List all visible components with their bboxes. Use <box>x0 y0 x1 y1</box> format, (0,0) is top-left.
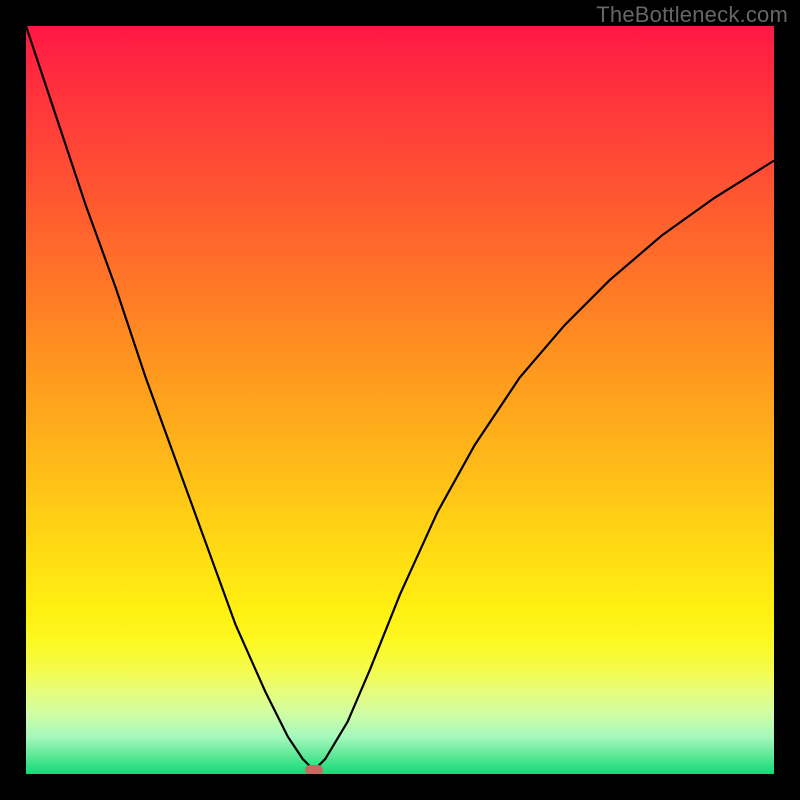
chart-frame: TheBottleneck.com <box>0 0 800 800</box>
watermark-text: TheBottleneck.com <box>596 2 788 28</box>
bottleneck-curve <box>26 26 774 774</box>
plot-area <box>26 26 774 774</box>
curve-path <box>26 26 774 770</box>
minimum-marker <box>305 765 323 774</box>
